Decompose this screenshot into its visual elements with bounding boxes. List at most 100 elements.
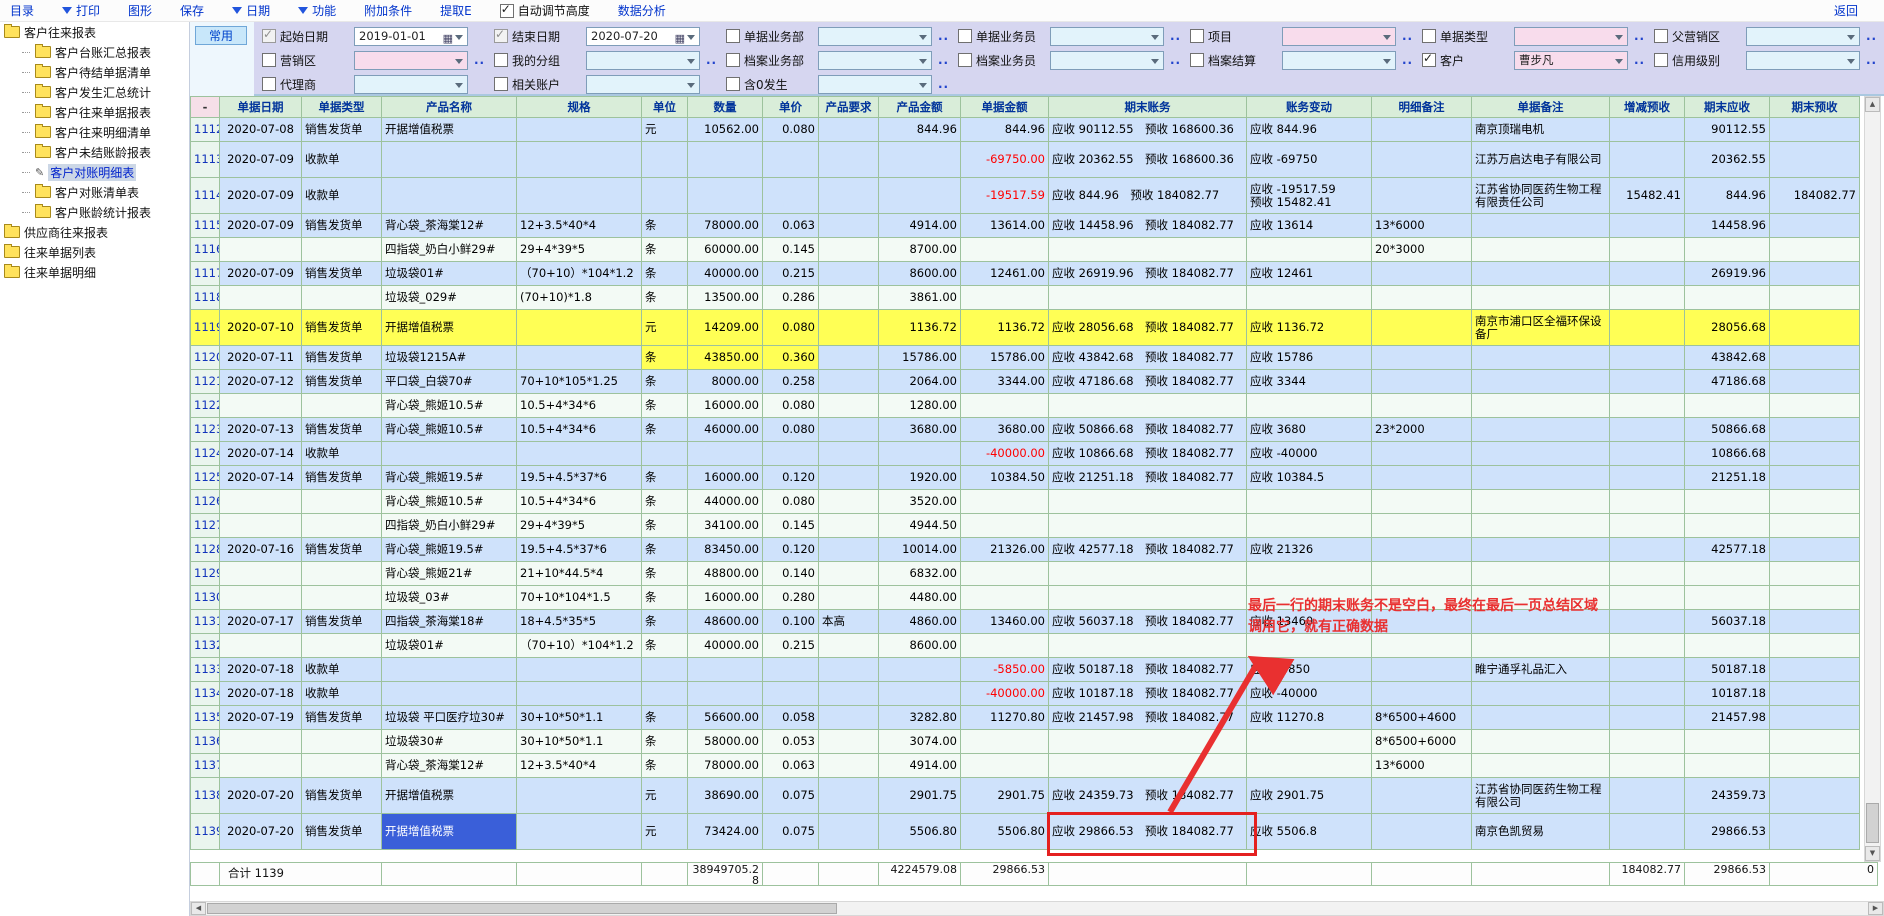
cell-note[interactable]: 江苏省协同医药生物工程有限责任公司 <box>1472 178 1610 214</box>
cell-id[interactable]: 1117 <box>190 262 220 286</box>
cell-endp[interactable] <box>1770 730 1860 754</box>
calendar-icon[interactable]: ▦ <box>675 30 685 46</box>
filter-dropdown[interactable] <box>818 51 932 70</box>
cell-endr[interactable] <box>1685 286 1770 310</box>
cell-endr[interactable]: 844.96 <box>1685 178 1770 214</box>
cell-req[interactable] <box>819 814 879 850</box>
cell-dnote[interactable] <box>1372 466 1472 490</box>
cell-id[interactable]: 1133 <box>190 658 220 682</box>
cell-id[interactable]: 1115 <box>190 214 220 238</box>
cell-id[interactable]: 1130 <box>190 586 220 610</box>
cell-endp[interactable] <box>1770 442 1860 466</box>
cell-id[interactable]: 1128 <box>190 538 220 562</box>
cell-product[interactable]: 开据增值税票 <box>382 814 517 850</box>
cell-chg[interactable]: 应收 -19517.59 预收 15482.41 <box>1247 178 1372 214</box>
cell-qty[interactable]: 34100.00 <box>688 514 763 538</box>
cell-type[interactable]: 销售发货单 <box>302 262 382 286</box>
chevron-down-icon[interactable] <box>919 35 927 40</box>
cell-acct[interactable]: 应收 10866.68 预收 184082.77 <box>1049 442 1247 466</box>
cell-spec[interactable]: 70+10*105*1.25 <box>517 370 642 394</box>
cell-note[interactable] <box>1472 538 1610 562</box>
cell-pamt[interactable]: 2064.00 <box>879 370 961 394</box>
cell-endp[interactable] <box>1770 778 1860 814</box>
cell-acct[interactable] <box>1049 490 1247 514</box>
cell-id[interactable]: 1114 <box>190 178 220 214</box>
cell-spec[interactable]: （70+10）*104*1.2 <box>517 262 642 286</box>
cell-qty[interactable]: 16000.00 <box>688 586 763 610</box>
cell-req[interactable] <box>819 538 879 562</box>
cell-dnote[interactable] <box>1372 442 1472 466</box>
cell-date[interactable]: 2020-07-11 <box>220 346 302 370</box>
filter-more-button[interactable]: .. <box>1170 53 1181 67</box>
cell-unit[interactable]: 条 <box>642 394 688 418</box>
cell-product[interactable]: 垃圾袋 平口医疗垃30# <box>382 706 517 730</box>
cell-req[interactable] <box>819 214 879 238</box>
cell-note[interactable]: 南京色凯贸易 <box>1472 814 1610 850</box>
cell-pamt[interactable]: 4944.50 <box>879 514 961 538</box>
cell-damt[interactable]: 13460.00 <box>961 610 1049 634</box>
column-header[interactable]: 单位 <box>642 96 688 118</box>
cell-damt[interactable] <box>961 238 1049 262</box>
cell-endr[interactable] <box>1685 238 1770 262</box>
cell-chg[interactable]: 应收 -69750 <box>1247 142 1372 178</box>
cell-date[interactable] <box>220 490 302 514</box>
cell-inc[interactable] <box>1610 778 1685 814</box>
cell-inc[interactable]: 15482.41 <box>1610 178 1685 214</box>
cell-product[interactable]: 背心袋_熊姬10.5# <box>382 418 517 442</box>
cell-type[interactable]: 收款单 <box>302 142 382 178</box>
cell-type[interactable]: 收款单 <box>302 442 382 466</box>
cell-unit[interactable]: 条 <box>642 562 688 586</box>
cell-damt[interactable]: 2901.75 <box>961 778 1049 814</box>
cell-damt[interactable]: 1136.72 <box>961 310 1049 346</box>
cell-note[interactable] <box>1472 754 1610 778</box>
cell-req[interactable] <box>819 754 879 778</box>
cell-endp[interactable] <box>1770 562 1860 586</box>
cell-acct[interactable] <box>1049 586 1247 610</box>
sidebar-item[interactable]: 往来单据列表 <box>0 242 189 262</box>
calendar-icon[interactable]: ▦ <box>443 30 453 46</box>
cell-acct[interactable]: 应收 43842.68 预收 184082.77 <box>1049 346 1247 370</box>
cell-req[interactable] <box>819 394 879 418</box>
filter-checkbox[interactable] <box>1654 53 1668 67</box>
cell-product[interactable]: 背心袋_熊姬21# <box>382 562 517 586</box>
cell-endp[interactable] <box>1770 490 1860 514</box>
cell-pamt[interactable]: 3680.00 <box>879 418 961 442</box>
cell-unit[interactable]: 条 <box>642 262 688 286</box>
cell-date[interactable]: 2020-07-14 <box>220 466 302 490</box>
cell-unit[interactable] <box>642 442 688 466</box>
cell-unit[interactable] <box>642 178 688 214</box>
cell-note[interactable] <box>1472 238 1610 262</box>
cell-acct[interactable]: 应收 56037.18 预收 184082.77 <box>1049 610 1247 634</box>
cell-req[interactable] <box>819 490 879 514</box>
cell-date[interactable] <box>220 514 302 538</box>
cell-acct[interactable]: 应收 21251.18 预收 184082.77 <box>1049 466 1247 490</box>
cell-date[interactable]: 2020-07-09 <box>220 178 302 214</box>
cell-acct[interactable]: 应收 90112.55 预收 168600.36 <box>1049 118 1247 142</box>
cell-price[interactable]: 0.080 <box>763 394 819 418</box>
cell-acct[interactable] <box>1049 562 1247 586</box>
cell-req[interactable] <box>819 442 879 466</box>
cell-id[interactable]: 1135 <box>190 706 220 730</box>
cell-chg[interactable] <box>1247 562 1372 586</box>
horizontal-scrollbar[interactable]: ◀ ▶ <box>190 901 1884 916</box>
cell-endp[interactable]: 184082.77 <box>1770 178 1860 214</box>
cell-qty[interactable] <box>688 142 763 178</box>
cell-type[interactable]: 销售发货单 <box>302 538 382 562</box>
cell-date[interactable]: 2020-07-09 <box>220 262 302 286</box>
cell-id[interactable]: 1126 <box>190 490 220 514</box>
cell-damt[interactable]: 13614.00 <box>961 214 1049 238</box>
cell-dnote[interactable]: 13*6000 <box>1372 754 1472 778</box>
column-header[interactable]: 产品名称 <box>382 96 517 118</box>
cell-unit[interactable]: 条 <box>642 586 688 610</box>
cell-date[interactable]: 2020-07-09 <box>220 214 302 238</box>
filter-more-button[interactable]: .. <box>1866 29 1877 43</box>
cell-req[interactable] <box>819 682 879 706</box>
cell-endr[interactable] <box>1685 394 1770 418</box>
cell-endr[interactable] <box>1685 586 1770 610</box>
cell-spec[interactable] <box>517 178 642 214</box>
cell-qty[interactable] <box>688 658 763 682</box>
cell-qty[interactable]: 43850.00 <box>688 346 763 370</box>
cell-unit[interactable]: 条 <box>642 538 688 562</box>
cell-pamt[interactable]: 15786.00 <box>879 346 961 370</box>
cell-damt[interactable]: 11270.80 <box>961 706 1049 730</box>
